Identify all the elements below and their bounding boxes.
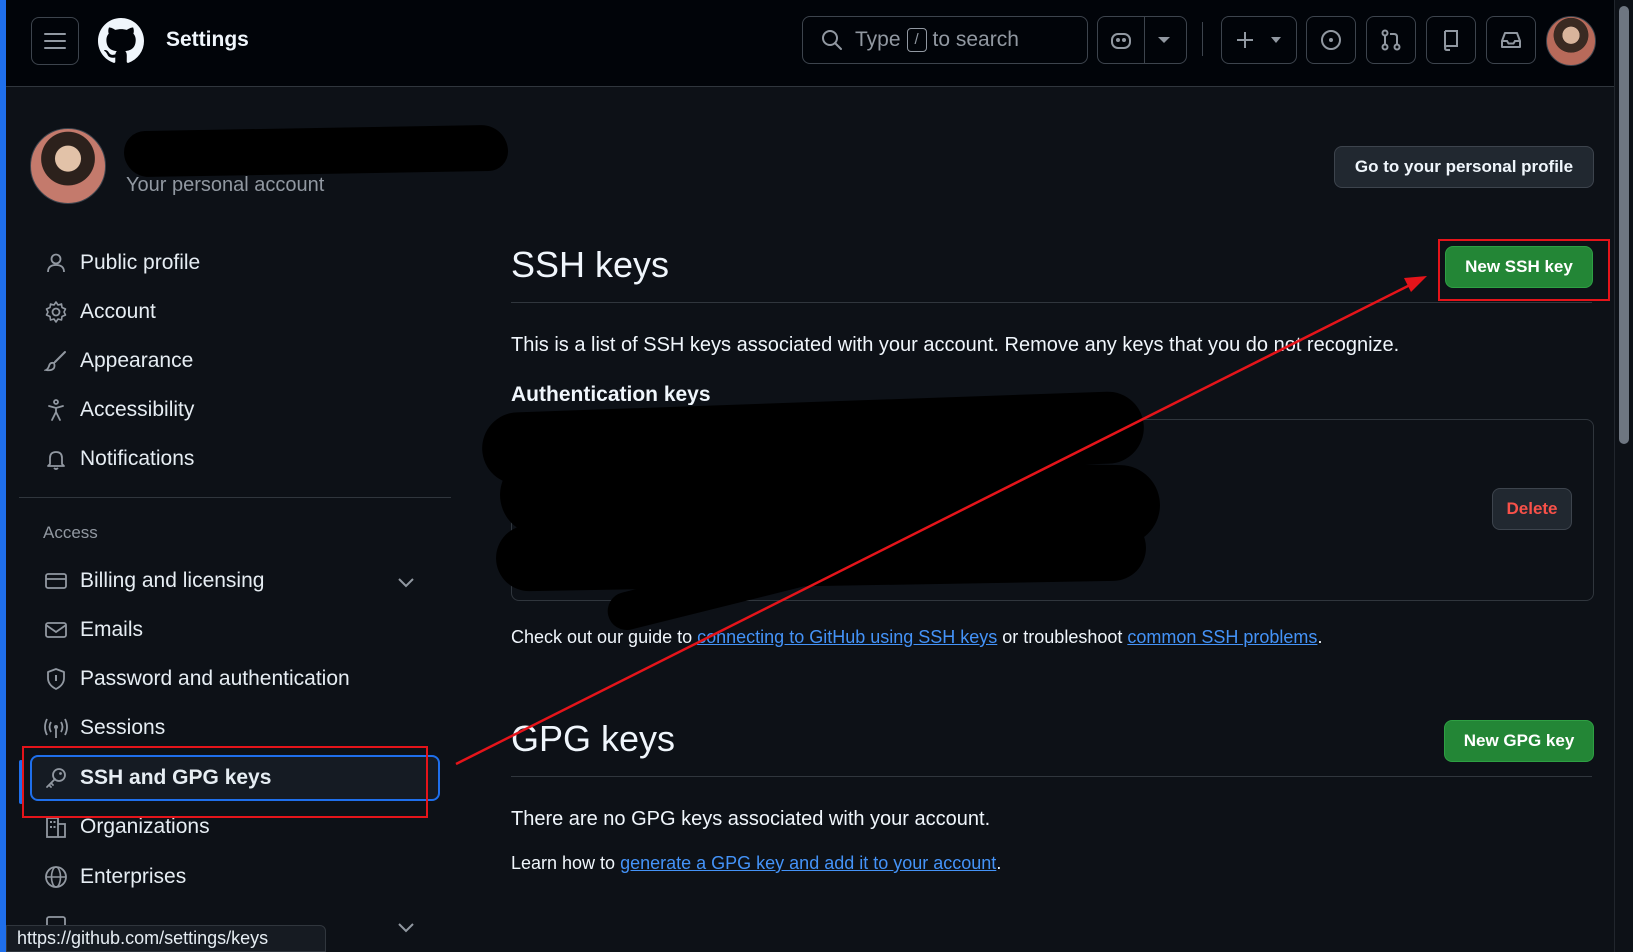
- app-header: Settings Type / to search: [6, 0, 1615, 87]
- gpg-generate-guide-link[interactable]: generate a GPG key and add it to your ac…: [620, 853, 996, 873]
- sidebar-item-label: Notifications: [80, 447, 195, 470]
- page-title: Settings: [166, 28, 249, 51]
- bell-icon: [42, 445, 70, 473]
- sidebar-item-account[interactable]: Account: [32, 291, 432, 333]
- sidebar-item-label: Billing and licensing: [80, 569, 265, 592]
- inbox-icon: [1501, 32, 1521, 48]
- sidebar-item-sessions[interactable]: Sessions: [32, 707, 432, 749]
- ssh-connect-guide-link[interactable]: connecting to GitHub using SSH keys: [697, 627, 997, 647]
- chevron-down-icon[interactable]: [398, 915, 414, 939]
- gear-icon: [42, 298, 70, 326]
- sidebar-item-appearance[interactable]: Appearance: [32, 340, 432, 382]
- delete-key-button[interactable]: Delete: [1492, 488, 1572, 530]
- sidebar-item-label: Accessibility: [80, 398, 195, 421]
- issue-opened-icon: [1321, 30, 1341, 50]
- search-icon: [822, 30, 842, 50]
- ssh-heading-rule: [511, 302, 1592, 303]
- go-to-profile-button[interactable]: Go to your personal profile: [1334, 146, 1594, 188]
- annotation-highlight-ssh-gpg-keys: [22, 746, 428, 818]
- git-pull-request-icon: [1381, 29, 1401, 51]
- plus-icon: [1237, 32, 1253, 48]
- gpg-learn-text: Learn how to generate a GPG key and add …: [511, 853, 1001, 874]
- user-avatar-menu[interactable]: [1546, 16, 1596, 66]
- mail-icon: [42, 616, 70, 644]
- globe-icon: [42, 863, 70, 891]
- learn-prefix: Learn how to: [511, 853, 621, 873]
- repositories-button[interactable]: [1426, 16, 1476, 64]
- guide-prefix: Check out our guide to: [511, 627, 698, 647]
- broadcast-icon: [42, 714, 70, 742]
- authentication-keys-heading: Authentication keys: [511, 383, 711, 405]
- chevron-down-icon[interactable]: [1157, 36, 1171, 44]
- annotation-highlight-new-ssh-key: [1438, 239, 1610, 301]
- new-gpg-key-button[interactable]: New GPG key: [1444, 720, 1594, 762]
- sidebar-item-enterprises[interactable]: Enterprises: [32, 856, 432, 898]
- sidebar-item-label: Password and authentication: [80, 667, 350, 690]
- account-subtitle: Your personal account: [126, 174, 325, 196]
- account-avatar: [30, 128, 106, 204]
- sidebar-item-emails[interactable]: Emails: [32, 609, 432, 651]
- issues-button[interactable]: [1306, 16, 1356, 64]
- sidebar-item-label: Public profile: [80, 251, 201, 274]
- ssh-keys-heading: SSH keys: [511, 244, 670, 285]
- sidebar-item-billing[interactable]: Billing and licensing: [32, 560, 432, 602]
- redacted-username: [123, 124, 509, 178]
- hamburger-icon: [44, 33, 66, 49]
- sidebar-item-password-authentication[interactable]: Password and authentication: [32, 658, 432, 700]
- credit-card-icon: [42, 567, 70, 595]
- search-prefix: Type: [855, 28, 901, 51]
- copilot-button[interactable]: [1097, 16, 1187, 64]
- search-shortcut-key: /: [906, 28, 927, 52]
- repo-icon: [1443, 30, 1458, 51]
- sidebar-divider: [19, 497, 451, 498]
- sidebar-item-label: Appearance: [80, 349, 194, 372]
- person-icon: [42, 249, 70, 277]
- gpg-keys-heading: GPG keys: [511, 718, 676, 759]
- ssh-guide-text: Check out our guide to connecting to Git…: [511, 627, 1322, 648]
- gpg-empty-state: There are no GPG keys associated with yo…: [511, 808, 991, 830]
- search-input[interactable]: Type / to search: [802, 16, 1088, 64]
- sidebar-item-notifications[interactable]: Notifications: [32, 438, 432, 480]
- copilot-icon: [1111, 33, 1131, 49]
- guide-suffix: .: [1317, 627, 1323, 647]
- chevron-down-icon: [1271, 37, 1281, 43]
- sidebar-item-public-profile[interactable]: Public profile: [32, 242, 432, 284]
- sidebar-item-label: Organizations: [80, 815, 210, 838]
- guide-middle: or troubleshoot: [997, 627, 1128, 647]
- github-logo-icon[interactable]: [98, 18, 144, 64]
- chevron-down-icon[interactable]: [398, 570, 414, 594]
- accessibility-icon: [42, 396, 70, 424]
- sidebar-item-label: Enterprises: [80, 865, 187, 888]
- gpg-heading-rule: [511, 776, 1592, 777]
- redacted-key-details: [495, 514, 1147, 592]
- paintbrush-icon: [42, 347, 70, 375]
- sidebar-item-label: Emails: [80, 618, 144, 641]
- header-divider: [1202, 22, 1203, 56]
- sidebar-item-label: Sessions: [80, 716, 166, 739]
- sidebar-item-label: Account: [80, 300, 156, 323]
- page-scrollbar[interactable]: [1614, 0, 1633, 952]
- search-suffix: to search: [932, 28, 1019, 51]
- notifications-inbox-button[interactable]: [1486, 16, 1536, 64]
- menu-button[interactable]: [31, 17, 79, 65]
- window-left-edge: [0, 0, 6, 952]
- ssh-troubleshoot-link[interactable]: common SSH problems: [1127, 627, 1317, 647]
- sidebar-item-accessibility[interactable]: Accessibility: [32, 389, 432, 431]
- copilot-separator: [1144, 17, 1145, 63]
- link-preview-statusbar: https://github.com/settings/keys: [6, 925, 326, 952]
- sidebar-heading-access: Access: [43, 523, 98, 542]
- ssh-description: This is a list of SSH keys associated wi…: [511, 334, 1400, 356]
- learn-suffix: .: [996, 853, 1002, 873]
- create-new-button[interactable]: [1221, 16, 1297, 64]
- shield-icon: [42, 665, 70, 693]
- scrollbar-thumb[interactable]: [1619, 6, 1629, 444]
- pull-requests-button[interactable]: [1366, 16, 1416, 64]
